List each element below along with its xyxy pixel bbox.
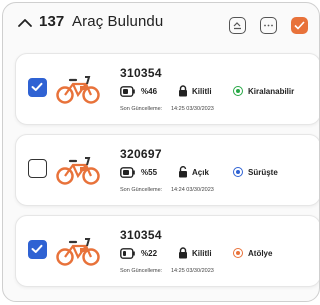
- list-header: 137 Araç Bulundu: [3, 3, 319, 45]
- unlock-icon: [179, 166, 187, 178]
- vehicle-status: Atölye: [248, 249, 273, 258]
- battery-level: %46: [141, 87, 158, 96]
- vehicle-count-label: Araç Bulundu: [72, 13, 164, 30]
- vehicle-list-panel: 137 Araç Bulundu 310354 %46 Kilitli Kira…: [2, 2, 320, 302]
- lock-icon: [179, 85, 187, 97]
- vehicle-checkbox[interactable]: [28, 78, 47, 97]
- vehicle-card[interactable]: 310354 %22 Kilitli Atölye Son Güncelleme…: [15, 215, 319, 287]
- last-update-label: Son Güncelleme:: [120, 106, 163, 112]
- vehicle-card[interactable]: 320697 %55 Açık Sürüşte Son Güncelleme: …: [15, 134, 319, 206]
- bicycle-icon: [56, 76, 100, 104]
- status-indicator-icon: [233, 167, 243, 177]
- bicycle-icon: [56, 238, 100, 266]
- select-icon-button[interactable]: [229, 17, 246, 34]
- chevron-up-icon[interactable]: [17, 15, 33, 31]
- bicycle-icon: [56, 157, 100, 185]
- checkmark-icon: [31, 244, 43, 253]
- vehicle-card[interactable]: 310354 %46 Kilitli Kiralanabilir Son Gün…: [15, 53, 319, 125]
- lock-status: Açık: [192, 168, 209, 177]
- vehicle-status: Sürüşte: [248, 168, 278, 177]
- lock-status: Kilitli: [192, 249, 212, 258]
- last-update-label: Son Güncelleme:: [120, 187, 163, 193]
- last-update-label: Son Güncelleme:: [120, 268, 163, 274]
- last-update-value: 14:25 03/30/2023: [171, 106, 214, 112]
- check-icon: [294, 21, 305, 30]
- action-button[interactable]: [291, 17, 308, 34]
- battery-level: %22: [141, 249, 158, 258]
- status-indicator-icon: [233, 86, 243, 96]
- vehicle-id: 320697: [120, 147, 162, 161]
- page-title: 137 Araç Bulundu: [39, 13, 163, 30]
- last-update-value: 14:24 03/30/2023: [171, 187, 214, 193]
- status-indicator-icon: [233, 248, 243, 258]
- lock-status: Kilitli: [192, 87, 212, 96]
- select-icon: [233, 22, 241, 30]
- vehicle-status: Kiralanabilir: [248, 87, 295, 96]
- battery-icon: [120, 167, 135, 178]
- vehicle-checkbox[interactable]: [28, 240, 47, 259]
- lock-icon: [179, 247, 187, 259]
- more-options-button[interactable]: [260, 17, 277, 34]
- vehicle-id: 310354: [120, 66, 162, 80]
- battery-icon: [120, 86, 135, 97]
- vehicle-checkbox[interactable]: [28, 159, 47, 178]
- battery-level: %55: [141, 168, 158, 177]
- more-icon: [264, 24, 273, 27]
- last-update-value: 14:25 03/30/2023: [171, 268, 214, 274]
- battery-icon: [120, 248, 135, 259]
- vehicle-id: 310354: [120, 228, 162, 242]
- vehicle-count: 137: [39, 13, 65, 30]
- checkmark-icon: [31, 82, 43, 91]
